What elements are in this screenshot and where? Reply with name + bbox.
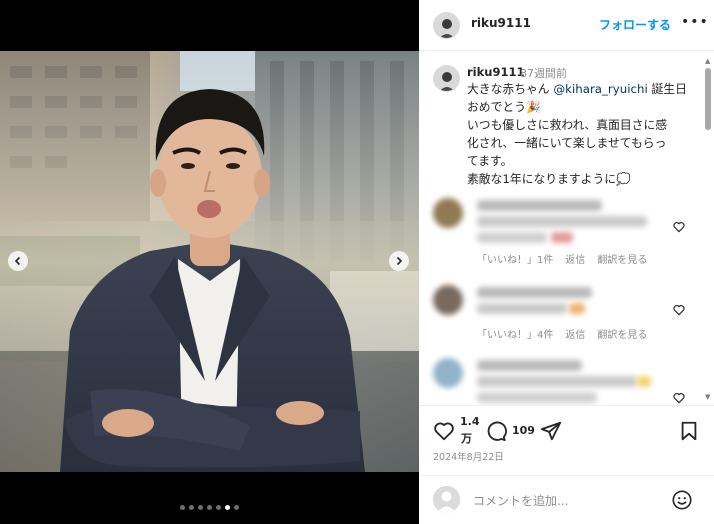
caption-username[interactable]: riku9111	[467, 65, 524, 79]
caption-line-3: いつも優しさに救われ、真面目さに感	[467, 118, 668, 132]
carousel-indicator	[0, 505, 419, 510]
save-bookmark-icon[interactable]	[678, 420, 700, 442]
scroll-down-arrow-icon[interactable]: ▼	[705, 393, 710, 401]
comment-input-row	[419, 475, 714, 524]
author-username[interactable]: riku9111	[471, 16, 531, 30]
comment-like-icon[interactable]	[672, 220, 686, 234]
comment-input[interactable]	[471, 490, 665, 512]
blurred-comment-text	[477, 392, 597, 403]
post-side-panel: riku9111 フォローする ••• riku9111 87週間前 大きな赤ち…	[419, 0, 714, 524]
post-date[interactable]: 2024年8月22日	[433, 449, 504, 463]
previous-slide-button[interactable]	[8, 251, 28, 271]
default-user-icon	[433, 486, 460, 513]
photo-illustration	[0, 51, 419, 472]
blurred-comment-text	[477, 376, 637, 387]
commenter-avatar[interactable]	[433, 198, 463, 228]
media-viewer	[0, 0, 419, 524]
chevron-left-icon	[14, 256, 21, 266]
blurred-emoji	[569, 303, 585, 314]
likes-count-unit[interactable]: 万	[461, 430, 472, 446]
post-action-bar: 1.4 万 109 2024年8月22日	[419, 405, 714, 475]
blurred-emoji	[637, 376, 651, 387]
carousel-dot	[225, 505, 230, 510]
comment-like-icon[interactable]	[672, 391, 686, 405]
mention-link[interactable]: @kihara_ryuichi	[553, 82, 647, 96]
caption-text: 大きな赤ちゃん @kihara_ryuichi 誕生日 おめでとう🎉 いつも優し…	[467, 80, 689, 188]
caption-avatar-image	[434, 66, 459, 91]
caption-line-1-suffix: 誕生日	[647, 82, 687, 96]
comment-actions: 「いいね！」4件 返信 翻訳を見る	[477, 326, 647, 341]
caption-line-2: おめでとう🎉	[467, 100, 541, 114]
emoji-smiley-icon[interactable]	[671, 489, 693, 511]
caption-line-1: 大きな赤ちゃん @kihara_ryuichi 誕生日	[467, 80, 689, 98]
comment-actions: 「いいね！」1件 返信 翻訳を見る	[477, 251, 647, 266]
carousel-dot	[216, 505, 221, 510]
caption-line-6: 素敵な1年になりますように💭	[467, 172, 631, 186]
blurred-comment-text	[477, 216, 647, 227]
carousel-dot	[189, 505, 194, 510]
caption-avatar[interactable]	[433, 65, 460, 92]
caption-line-5: てます。	[467, 154, 513, 168]
current-user-avatar	[433, 486, 460, 513]
carousel-dot	[234, 505, 239, 510]
next-slide-button[interactable]	[389, 251, 409, 271]
comment-like-icon[interactable]	[672, 303, 686, 317]
commenter-avatar[interactable]	[433, 358, 463, 388]
caption-timestamp[interactable]: 87週間前	[520, 65, 567, 81]
blurred-comment-header	[477, 360, 582, 371]
comments-count[interactable]: 109	[512, 424, 535, 437]
like-heart-icon[interactable]	[433, 420, 455, 442]
author-avatar-image	[434, 13, 459, 38]
post-photo[interactable]	[0, 51, 419, 472]
commenter-avatar[interactable]	[433, 285, 463, 315]
see-translation-button[interactable]: 翻訳を見る	[597, 251, 647, 266]
carousel-dot	[180, 505, 185, 510]
reply-button[interactable]: 返信	[565, 251, 585, 266]
reply-button[interactable]: 返信	[565, 326, 585, 341]
carousel-dot	[198, 505, 203, 510]
post-header: riku9111 フォローする •••	[419, 0, 714, 51]
scroll-up-arrow-icon[interactable]: ▲	[705, 57, 710, 65]
comment-item	[419, 354, 714, 405]
comments-list[interactable]: riku9111 87週間前 大きな赤ちゃん @kihara_ryuichi 誕…	[419, 51, 714, 405]
caption-line-4: 化され、一緒にいて楽しませてもらっ	[467, 136, 667, 150]
comment-item: 「いいね！」1件 返信 翻訳を見る	[419, 194, 714, 274]
likes-count[interactable]: 1.4	[460, 415, 480, 428]
see-translation-button[interactable]: 翻訳を見る	[597, 326, 647, 341]
blurred-comment-text	[477, 232, 547, 243]
blurred-comment-header	[477, 287, 592, 298]
caption-line-1-prefix: 大きな赤ちゃん	[467, 82, 554, 96]
share-paper-plane-icon[interactable]	[540, 420, 562, 442]
comment-item: 「いいね！」4件 返信 翻訳を見る	[419, 281, 714, 361]
blurred-emoji	[551, 232, 573, 243]
follow-button[interactable]: フォローする	[599, 16, 671, 33]
comment-bubble-icon[interactable]	[485, 420, 507, 442]
author-avatar[interactable]	[433, 12, 460, 39]
comment-likes-count[interactable]: 「いいね！」1件	[477, 251, 553, 266]
carousel-dot	[207, 505, 212, 510]
more-options-icon[interactable]: •••	[681, 14, 709, 30]
blurred-comment-header	[477, 200, 602, 211]
comments-scrollbar-thumb[interactable]	[705, 68, 711, 130]
blurred-comment-text	[477, 303, 567, 314]
chevron-right-icon	[396, 256, 403, 266]
comment-likes-count[interactable]: 「いいね！」4件	[477, 326, 553, 341]
